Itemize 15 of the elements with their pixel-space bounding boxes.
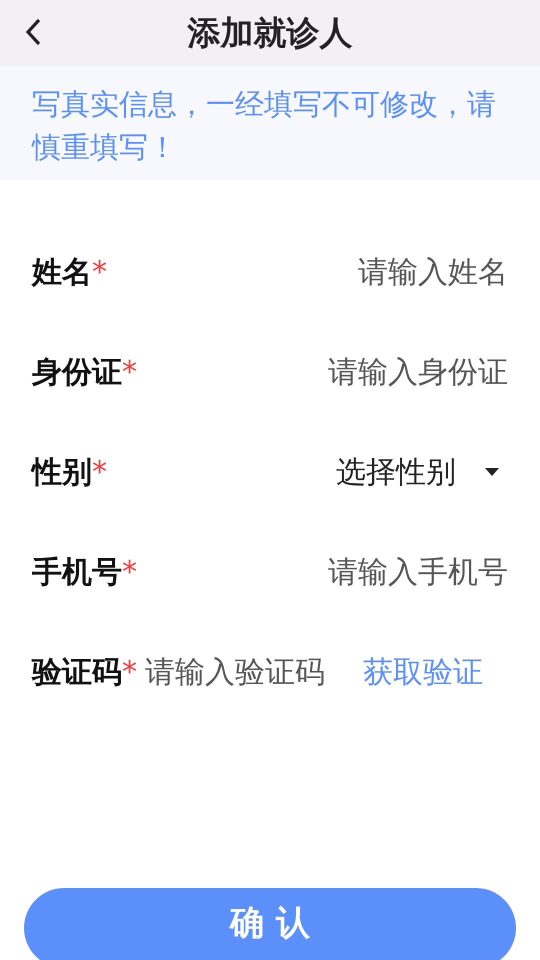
field-label: 身份证* [32,354,137,392]
confirm-button[interactable]: 确 认 [24,888,516,960]
gender-dropdown[interactable]: 选择性别 [336,450,508,494]
input-field[interactable]: 请输入身份证 [137,350,508,394]
input-field[interactable]: 请输入姓名 [107,250,508,294]
field-label: 手机号* [32,554,137,592]
input-field[interactable]: 请输入手机号 [137,550,508,594]
get-code-link[interactable]: 获取验证 [363,650,483,694]
notice-text: 写真实信息，一经填写不可修改，请慎重填写！ [32,86,497,166]
field-label: 性别* [32,454,107,492]
page-title: 添加就诊人 [188,12,352,54]
caret-icon [484,467,500,477]
field-label: 验证码* [32,654,137,692]
input-field[interactable]: 请输入验证码 [145,650,355,694]
field-label: 姓名* [32,254,107,292]
